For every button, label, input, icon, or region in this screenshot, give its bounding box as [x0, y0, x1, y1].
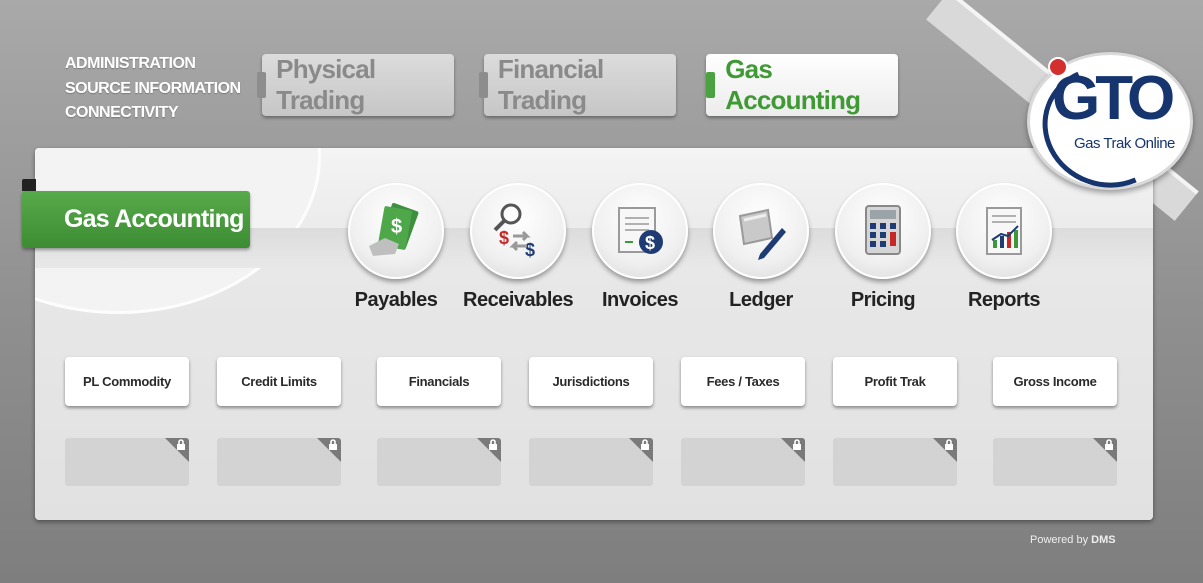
lock-icon — [177, 439, 185, 450]
svg-text:$: $ — [499, 228, 509, 248]
money-hand-icon: $ — [348, 183, 444, 279]
admin-link-source-information[interactable]: SOURCE INFORMATION — [65, 77, 241, 102]
module-ledger[interactable]: Ledger — [706, 183, 816, 312]
tab-marker — [706, 72, 716, 98]
locked-slot — [681, 438, 805, 486]
locked-slot — [65, 438, 189, 486]
admin-link-connectivity[interactable]: CONNECTIVITY — [65, 101, 241, 126]
tab-marker — [479, 72, 488, 98]
gto-logo: GTO Gas Trak Online — [1025, 48, 1193, 206]
locked-slot — [529, 438, 653, 486]
lock-icon — [793, 439, 801, 450]
section-title-tab: Gas Accounting — [22, 191, 250, 248]
dollar-exchange-search-icon: $ $ — [470, 183, 566, 279]
ledger-pen-icon — [713, 183, 809, 279]
invoice-dollar-icon: $ — [592, 183, 688, 279]
module-label: Reports — [967, 289, 1041, 311]
profit-trak-button[interactable]: Profit Trak — [833, 357, 957, 406]
locked-slot — [377, 438, 501, 486]
admin-link-administration[interactable]: ADMINISTRATION — [65, 52, 241, 77]
module-reports[interactable]: Reports — [949, 183, 1059, 312]
svg-text:$: $ — [525, 240, 535, 260]
module-payables[interactable]: $ Payables — [341, 183, 451, 312]
gross-income-button[interactable]: Gross Income — [993, 357, 1117, 406]
module-invoices[interactable]: $ Invoices — [585, 183, 695, 312]
logo-text: GTO — [1052, 64, 1175, 133]
svg-text:$: $ — [391, 216, 402, 238]
tab-marker — [257, 72, 267, 98]
powered-by-brand: DMS — [1091, 534, 1116, 546]
powered-by-text: Powered by — [1030, 534, 1089, 546]
module-label: Pricing — [850, 289, 916, 311]
module-label: Invoices — [601, 289, 679, 311]
svg-text:$: $ — [645, 233, 655, 253]
tab-label: Gas Accounting — [725, 54, 861, 115]
admin-links: ADMINISTRATION SOURCE INFORMATION CONNEC… — [65, 52, 241, 126]
lock-icon — [641, 439, 649, 450]
module-receivables[interactable]: $ $ Receivables — [463, 183, 574, 312]
logo-subtitle: Gas Trak Online — [1074, 135, 1175, 152]
lock-icon — [329, 439, 337, 450]
calculator-icon — [835, 183, 931, 279]
lock-icon — [1105, 439, 1113, 450]
tab-label: Physical Trading — [276, 54, 376, 115]
lock-icon — [945, 439, 953, 450]
locked-slot — [833, 438, 957, 486]
tab-physical-trading[interactable]: Physical Trading — [257, 54, 454, 116]
pl-commodity-button[interactable]: PL Commodity — [65, 357, 189, 406]
module-label: Ledger — [729, 289, 793, 311]
section-tab-flap — [22, 179, 36, 191]
logo-red-dot — [1048, 57, 1068, 77]
locked-slot — [993, 438, 1117, 486]
module-label: Payables — [354, 289, 438, 311]
tab-label: Financial Trading — [497, 54, 604, 115]
jurisdictions-button[interactable]: Jurisdictions — [529, 357, 653, 406]
financials-button[interactable]: Financials — [377, 357, 501, 406]
powered-by-footer: Powered by DMS — [1030, 534, 1116, 546]
lock-icon — [489, 439, 497, 450]
credit-limits-button[interactable]: Credit Limits — [217, 357, 341, 406]
tab-gas-accounting[interactable]: Gas Accounting — [706, 54, 898, 116]
module-pricing[interactable]: Pricing — [828, 183, 938, 312]
locked-slot — [217, 438, 341, 486]
tab-financial-trading[interactable]: Financial Trading — [479, 54, 676, 116]
module-label: Receivables — [463, 289, 574, 311]
fees-taxes-button[interactable]: Fees / Taxes — [681, 357, 805, 406]
report-chart-icon — [956, 183, 1052, 279]
section-title: Gas Accounting — [64, 205, 244, 233]
